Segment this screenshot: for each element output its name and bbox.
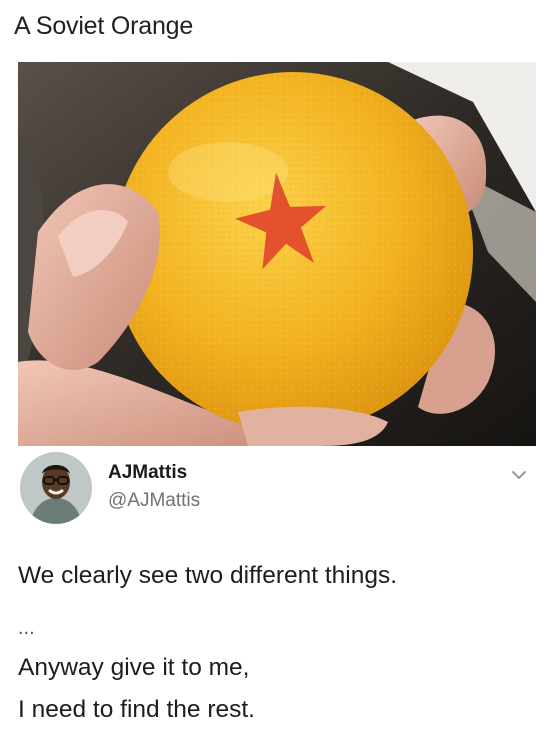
chevron-down-icon[interactable]	[510, 466, 528, 484]
meme-caption: A Soviet Orange	[14, 12, 194, 40]
orange-image	[18, 62, 536, 446]
tweet-line: We clearly see two different things.	[18, 562, 398, 589]
tweet-line-ellipsis: ...	[18, 617, 35, 639]
tweet-line: Anyway give it to me,	[18, 654, 250, 681]
avatar[interactable]	[20, 452, 92, 524]
author-display-name[interactable]: AJMattis	[108, 462, 187, 484]
orange-photo	[18, 62, 536, 446]
avatar-portrait-icon	[20, 452, 92, 524]
author-handle[interactable]: @AJMattis	[108, 490, 200, 512]
tweet-header: AJMattis @AJMattis	[20, 452, 532, 532]
tweet-line: I need to find the rest.	[18, 696, 255, 723]
